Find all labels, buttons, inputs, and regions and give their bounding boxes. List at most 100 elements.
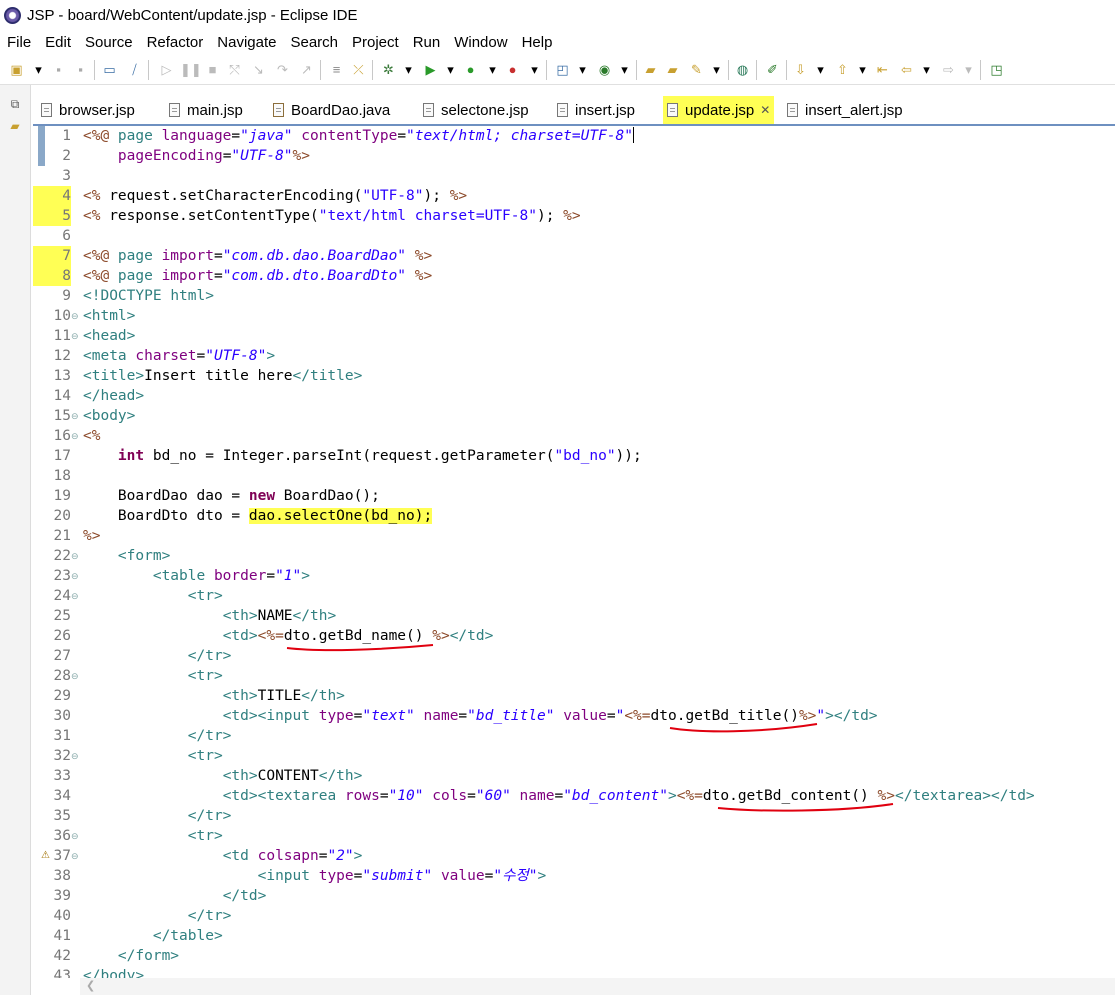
menu-edit[interactable]: Edit xyxy=(38,34,78,51)
code-line[interactable]: 33 <th>CONTENT</th> xyxy=(33,766,1115,786)
menu-run[interactable]: Run xyxy=(406,34,448,51)
code-line[interactable]: 17 int bd_no = Integer.parseInt(request.… xyxy=(33,446,1115,466)
tab-insert-jsp[interactable]: insert.jsp xyxy=(557,98,635,122)
code-line[interactable]: 40 </tr> xyxy=(33,906,1115,926)
code-line[interactable]: 20 BoardDto dto = dao.selectOne(bd_no); xyxy=(33,506,1115,526)
code-line[interactable]: 28 ⊖ <tr> xyxy=(33,666,1115,686)
tab-update-jsp[interactable]: update.jsp ✕ xyxy=(663,96,775,124)
open-perspective-icon[interactable]: ◳ xyxy=(988,61,1005,78)
code-line[interactable]: 43 </body> xyxy=(33,966,1115,978)
code-line[interactable]: 13 <title>Insert title here</title> xyxy=(33,366,1115,386)
use-step-filters-icon[interactable]: ≡ xyxy=(328,61,345,78)
fold-toggle-icon[interactable]: ⊖ xyxy=(71,546,81,566)
fold-toggle-icon[interactable]: ⊖ xyxy=(71,326,81,346)
code-line[interactable]: 3 xyxy=(33,166,1115,186)
fold-toggle-icon[interactable]: ⊖ xyxy=(71,666,81,686)
dropdown-arrow-icon[interactable]: ▾ xyxy=(812,61,829,78)
search-icon[interactable]: ✎ xyxy=(688,61,705,78)
fold-toggle-icon[interactable]: ⊖ xyxy=(71,586,81,606)
fold-toggle-icon[interactable]: ⊖ xyxy=(71,566,81,586)
code-line[interactable]: 4 <% request.setCharacterEncoding("UTF-8"… xyxy=(33,186,1115,206)
dropdown-arrow-icon[interactable]: ▾ xyxy=(30,61,47,78)
menu-project[interactable]: Project xyxy=(345,34,406,51)
forward-icon[interactable]: ⇨ xyxy=(940,61,957,78)
fold-toggle-icon[interactable]: ⊖ xyxy=(71,746,81,766)
code-line[interactable]: 11 ⊖ <head> xyxy=(33,326,1115,346)
code-line[interactable]: 5 <% response.setContentType("text/html c… xyxy=(33,206,1115,226)
code-line[interactable]: 14 </head> xyxy=(33,386,1115,406)
tab-insert-alert-jsp[interactable]: insert_alert.jsp xyxy=(787,98,903,122)
code-line[interactable]: 35 </tr> xyxy=(33,806,1115,826)
open-type-icon[interactable]: ▰ xyxy=(642,61,659,78)
tab-main-jsp[interactable]: main.jsp xyxy=(169,98,243,122)
code-line[interactable]: ⚠ 37 ⊖ <td colsapn="2"> xyxy=(33,846,1115,866)
back-icon[interactable]: ⇦ xyxy=(898,61,915,78)
menu-source[interactable]: Source xyxy=(78,34,140,51)
code-line[interactable]: 36 ⊖ <tr> xyxy=(33,826,1115,846)
dropdown-arrow-icon[interactable]: ▾ xyxy=(526,61,543,78)
code-editor[interactable]: 1 <%@ page language="java" contentType="t… xyxy=(33,126,1115,978)
code-line[interactable]: 22 ⊖ <form> xyxy=(33,546,1115,566)
dropdown-arrow-icon[interactable]: ▾ xyxy=(616,61,633,78)
code-line[interactable]: 23 ⊖ <table border="1"> xyxy=(33,566,1115,586)
code-line[interactable]: 8 <%@ page import="com.db.dto.BoardDto" %… xyxy=(33,266,1115,286)
code-line[interactable]: 31 </tr> xyxy=(33,726,1115,746)
code-line[interactable]: 42 </form> xyxy=(33,946,1115,966)
code-line[interactable]: 9 <!DOCTYPE html> xyxy=(33,286,1115,306)
menu-search[interactable]: Search xyxy=(283,34,345,51)
fold-toggle-icon[interactable]: ⊖ xyxy=(71,846,81,866)
run-icon[interactable]: ▶ xyxy=(422,61,439,78)
save-icon[interactable]: ▪ xyxy=(50,61,67,78)
code-line[interactable]: 7 <%@ page import="com.db.dao.BoardDao" %… xyxy=(33,246,1115,266)
menu-navigate[interactable]: Navigate xyxy=(210,34,283,51)
code-line[interactable]: 10 ⊖ <html> xyxy=(33,306,1115,326)
step-return-icon[interactable]: ↗ xyxy=(298,61,315,78)
debug-icon[interactable]: ✲ xyxy=(380,61,397,78)
code-line[interactable]: 34 <td><textarea rows="10" cols="60" nam… xyxy=(33,786,1115,806)
tab-selectone-jsp[interactable]: selectone.jsp xyxy=(423,98,529,122)
step-into-icon[interactable]: ↘ xyxy=(250,61,267,78)
fold-toggle-icon[interactable]: ⊖ xyxy=(71,406,81,426)
fold-toggle-icon[interactable]: ⊖ xyxy=(71,306,81,326)
menu-file[interactable]: File xyxy=(0,34,38,51)
suspend-icon[interactable]: ❚❚ xyxy=(180,61,202,78)
next-annotation-icon[interactable]: ⇩ xyxy=(792,61,809,78)
skip-breakpoints-icon[interactable]: ⤫ xyxy=(350,61,367,78)
code-line[interactable]: 38 <input type="submit" value="수정"> xyxy=(33,866,1115,886)
new-java-class-icon[interactable]: ◉ xyxy=(596,61,613,78)
toggle-breakpoint-icon[interactable]: ⧸ xyxy=(126,61,143,78)
code-line[interactable]: 1 <%@ page language="java" contentType="t… xyxy=(33,126,1115,146)
code-line[interactable]: 27 </tr> xyxy=(33,646,1115,666)
code-line[interactable]: 21 %> xyxy=(33,526,1115,546)
tab-boarddao-java[interactable]: BoardDao.java xyxy=(273,98,390,122)
code-line[interactable]: 41 </table> xyxy=(33,926,1115,946)
dropdown-arrow-icon[interactable]: ▾ xyxy=(918,61,935,78)
resume-icon[interactable]: ▷ xyxy=(158,61,175,78)
open-task-icon[interactable]: ▰ xyxy=(664,61,681,78)
terminal-icon[interactable]: ▭ xyxy=(101,61,118,78)
external-tools-icon[interactable]: ● xyxy=(504,61,521,78)
fold-toggle-icon[interactable]: ⊖ xyxy=(71,826,81,846)
tab-browser-jsp[interactable]: browser.jsp xyxy=(41,98,135,122)
menu-window[interactable]: Window xyxy=(447,34,514,51)
globe-icon[interactable]: ◍ xyxy=(734,61,751,78)
code-line[interactable]: 26 <td><%=dto.getBd_name() %></td> xyxy=(33,626,1115,646)
disconnect-icon[interactable]: ⤲ xyxy=(226,61,243,78)
code-line[interactable]: 6 xyxy=(33,226,1115,246)
code-line[interactable]: 16 ⊖ <% xyxy=(33,426,1115,446)
close-tab-icon[interactable]: ✕ xyxy=(760,103,770,117)
code-line[interactable]: 19 BoardDao dao = new BoardDao(); xyxy=(33,486,1115,506)
code-line[interactable]: 25 <th>NAME</th> xyxy=(33,606,1115,626)
code-line[interactable]: 2 pageEncoding="UTF-8"%> xyxy=(33,146,1115,166)
menu-refactor[interactable]: Refactor xyxy=(140,34,211,51)
save-all-icon[interactable]: ▪ xyxy=(72,61,89,78)
code-line[interactable]: 29 <th>TITLE</th> xyxy=(33,686,1115,706)
code-line[interactable]: 24 ⊖ <tr> xyxy=(33,586,1115,606)
run-on-server-icon[interactable]: ● xyxy=(462,61,479,78)
terminate-icon[interactable]: ■ xyxy=(204,61,221,78)
code-line[interactable]: 39 </td> xyxy=(33,886,1115,906)
last-edit-location-icon[interactable]: ⇤ xyxy=(874,61,891,78)
step-over-icon[interactable]: ↷ xyxy=(274,61,291,78)
dropdown-arrow-icon[interactable]: ▾ xyxy=(960,61,977,78)
dropdown-arrow-icon[interactable]: ▾ xyxy=(574,61,591,78)
